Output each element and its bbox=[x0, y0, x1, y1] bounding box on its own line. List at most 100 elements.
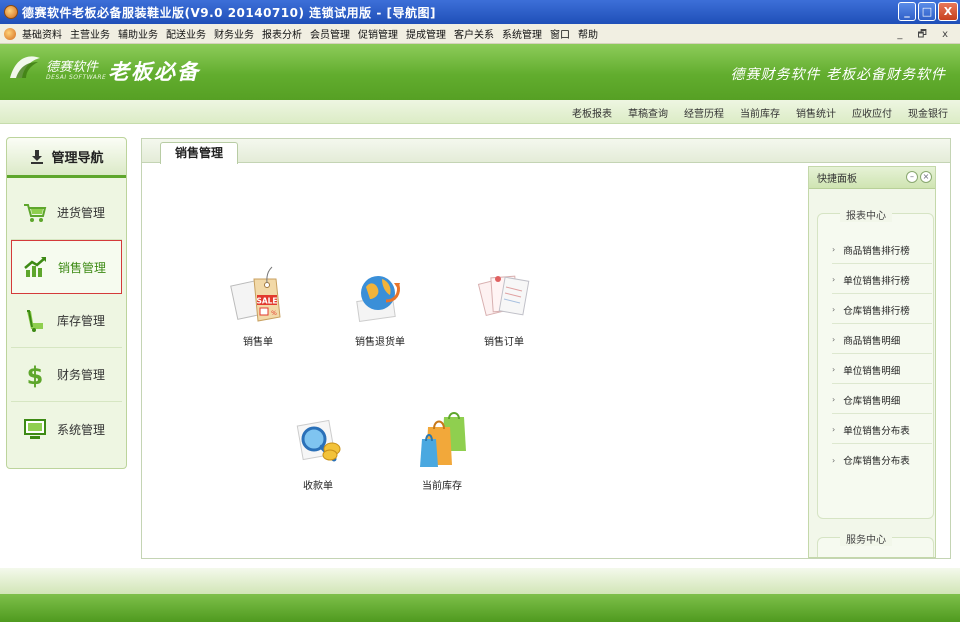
nav-item-label: 进货管理 bbox=[57, 206, 106, 220]
report-link-unit-ranking[interactable]: › 单位销售排行榜 bbox=[832, 266, 932, 294]
minimize-button[interactable]: _ bbox=[898, 2, 916, 21]
quicklink-receivable-payable[interactable]: 应收应付 bbox=[844, 105, 900, 120]
report-center-title: 报表中心 bbox=[840, 207, 892, 222]
quicklink-boss-report[interactable]: 老板报表 bbox=[564, 105, 620, 120]
mdi-controls[interactable]: _ 🗗 x bbox=[897, 27, 954, 44]
report-link-warehouse-distribution[interactable]: › 仓库销售分布表 bbox=[832, 446, 932, 474]
menu-bar: 基础资料 主营业务 辅助业务 配送业务 财务业务 报表分析 会员管理 促销管理 … bbox=[0, 24, 960, 44]
module-sales-return[interactable]: 销售退货单 bbox=[340, 265, 420, 348]
bullet-icon: › bbox=[832, 335, 836, 344]
bullet-icon: › bbox=[832, 455, 836, 465]
close-button[interactable]: X bbox=[938, 2, 958, 21]
menu-aux-business[interactable]: 辅助业务 bbox=[115, 26, 163, 41]
monitor-icon bbox=[23, 417, 47, 441]
module-label: 销售订单 bbox=[484, 337, 524, 348]
quicklink-cash-bank[interactable]: 现金银行 bbox=[900, 105, 956, 120]
menu-basic-data[interactable]: 基础资料 bbox=[19, 26, 67, 41]
bullet-icon: › bbox=[832, 425, 836, 434]
tab-sales-management[interactable]: 销售管理 bbox=[160, 142, 238, 164]
menu-finance[interactable]: 财务业务 bbox=[211, 26, 259, 41]
menu-commission[interactable]: 提成管理 bbox=[403, 26, 451, 41]
menu-help[interactable]: 帮助 bbox=[575, 26, 603, 41]
status-bar bbox=[0, 594, 960, 622]
quicklink-history[interactable]: 经营历程 bbox=[676, 105, 732, 120]
truck-icon bbox=[23, 309, 47, 333]
report-link-product-ranking[interactable]: › 商品销售排行榜 bbox=[832, 236, 932, 264]
menu-promotion[interactable]: 促销管理 bbox=[355, 26, 403, 41]
module-receipt[interactable]: 收款单 bbox=[278, 409, 358, 492]
report-link-warehouse-detail[interactable]: › 仓库销售明细 bbox=[832, 386, 932, 414]
nav-item-label: 财务管理 bbox=[57, 368, 106, 382]
module-label: 当前库存 bbox=[422, 481, 462, 492]
maximize-button[interactable]: □ bbox=[918, 2, 936, 21]
bullet-icon: › bbox=[832, 395, 836, 404]
quick-panel-title: 快捷面板 bbox=[817, 174, 857, 185]
nav-item-inventory[interactable]: 库存管理 bbox=[11, 294, 122, 348]
bullet-icon: › bbox=[832, 245, 836, 254]
menu-members[interactable]: 会员管理 bbox=[307, 26, 355, 41]
menu-system[interactable]: 系统管理 bbox=[499, 26, 547, 41]
footer-gradient bbox=[0, 568, 960, 596]
menu-main-business[interactable]: 主营业务 bbox=[67, 26, 115, 41]
quicklink-current-stock[interactable]: 当前库存 bbox=[732, 105, 788, 120]
menu-delivery[interactable]: 配送业务 bbox=[163, 26, 211, 41]
nav-item-label: 系统管理 bbox=[57, 422, 106, 437]
window-title: 德赛软件老板必备服装鞋业版(V9.0 20140710) 连锁试用版 - [导航… bbox=[22, 5, 436, 20]
report-link-label: 仓库销售明细 bbox=[843, 395, 901, 407]
quick-panel-header: 快捷面板 – × bbox=[809, 167, 935, 189]
tab-strip: 销售管理 bbox=[142, 139, 950, 164]
menu-window[interactable]: 窗口 bbox=[547, 26, 575, 41]
report-link-unit-detail[interactable]: › 单位销售明细 bbox=[832, 356, 932, 384]
collapse-icon[interactable]: – bbox=[906, 171, 918, 183]
report-link-label: 单位销售排行榜 bbox=[843, 275, 910, 287]
module-sales-order[interactable]: SALE % 销售单 bbox=[218, 265, 298, 348]
bullet-icon: › bbox=[832, 275, 836, 284]
report-link-label: 商品销售排行榜 bbox=[843, 245, 910, 257]
window-controls: _ □ X bbox=[898, 2, 958, 21]
quicklink-draft-query[interactable]: 草稿查询 bbox=[620, 105, 676, 120]
report-link-warehouse-ranking[interactable]: › 仓库销售排行榜 bbox=[832, 296, 932, 324]
menu-crm[interactable]: 客户关系 bbox=[451, 26, 499, 41]
report-link-label: 商品销售明细 bbox=[843, 335, 901, 347]
product-name: 老板必备 bbox=[108, 59, 200, 84]
globe-return-icon bbox=[352, 265, 408, 325]
report-link-label: 单位销售分布表 bbox=[843, 425, 910, 437]
menu-reports[interactable]: 报表分析 bbox=[259, 26, 307, 41]
nav-item-system[interactable]: 系统管理 bbox=[11, 402, 122, 456]
logo-text-en: DESAI SOFTWARE bbox=[46, 74, 107, 81]
module-sales-order-book[interactable]: 销售订单 bbox=[464, 265, 544, 348]
chart-up-icon bbox=[24, 255, 48, 279]
magnifier-coin-icon bbox=[290, 409, 346, 469]
module-label: 收款单 bbox=[303, 481, 333, 492]
service-center-title: 服务中心 bbox=[840, 531, 892, 546]
menu-app-icon[interactable] bbox=[4, 27, 16, 40]
sale-tag-icon: SALE % bbox=[230, 265, 286, 325]
close-icon[interactable]: × bbox=[920, 171, 932, 183]
banner: 德赛软件 DESAI SOFTWARE 老板必备 德赛财务软件 老板必备财务软件 bbox=[0, 44, 960, 100]
svg-text:$: $ bbox=[27, 362, 44, 388]
app-icon[interactable] bbox=[4, 5, 18, 19]
bullet-icon: › bbox=[832, 365, 836, 374]
service-center-group: 服务中心 bbox=[817, 531, 934, 557]
module-label: 销售退货单 bbox=[355, 337, 405, 348]
report-link-label: 单位销售明细 bbox=[843, 365, 901, 377]
report-link-product-detail[interactable]: › 商品销售明细 bbox=[832, 326, 932, 354]
svg-text:SALE: SALE bbox=[256, 297, 277, 306]
shopping-bags-icon bbox=[414, 409, 470, 469]
nav-item-finance[interactable]: $ 财务管理 bbox=[11, 348, 122, 402]
report-link-label: 仓库销售分布表 bbox=[843, 456, 910, 467]
nav-item-purchase[interactable]: 进货管理 bbox=[11, 186, 122, 240]
quicklink-sales-stats[interactable]: 销售统计 bbox=[788, 105, 844, 120]
logo-text-cn: 德赛软件 bbox=[46, 60, 99, 75]
report-link-label: 仓库销售排行榜 bbox=[843, 305, 910, 317]
title-bar: 德赛软件老板必备服装鞋业版(V9.0 20140710) 连锁试用版 - [导航… bbox=[0, 0, 960, 24]
module-current-stock[interactable]: 当前库存 bbox=[402, 409, 482, 492]
nav-item-sales[interactable]: 销售管理 bbox=[11, 240, 122, 294]
module-label: 销售单 bbox=[243, 337, 273, 348]
dollar-icon: $ bbox=[23, 362, 47, 388]
quick-links-bar: 老板报表 草稿查询 经营历程 当前库存 销售统计 应收应付 现金银行 bbox=[0, 100, 960, 124]
svg-text:%: % bbox=[271, 310, 277, 317]
download-arrow-icon bbox=[31, 149, 44, 164]
bullet-icon: › bbox=[832, 305, 836, 314]
report-link-unit-distribution[interactable]: › 单位销售分布表 bbox=[832, 416, 932, 444]
